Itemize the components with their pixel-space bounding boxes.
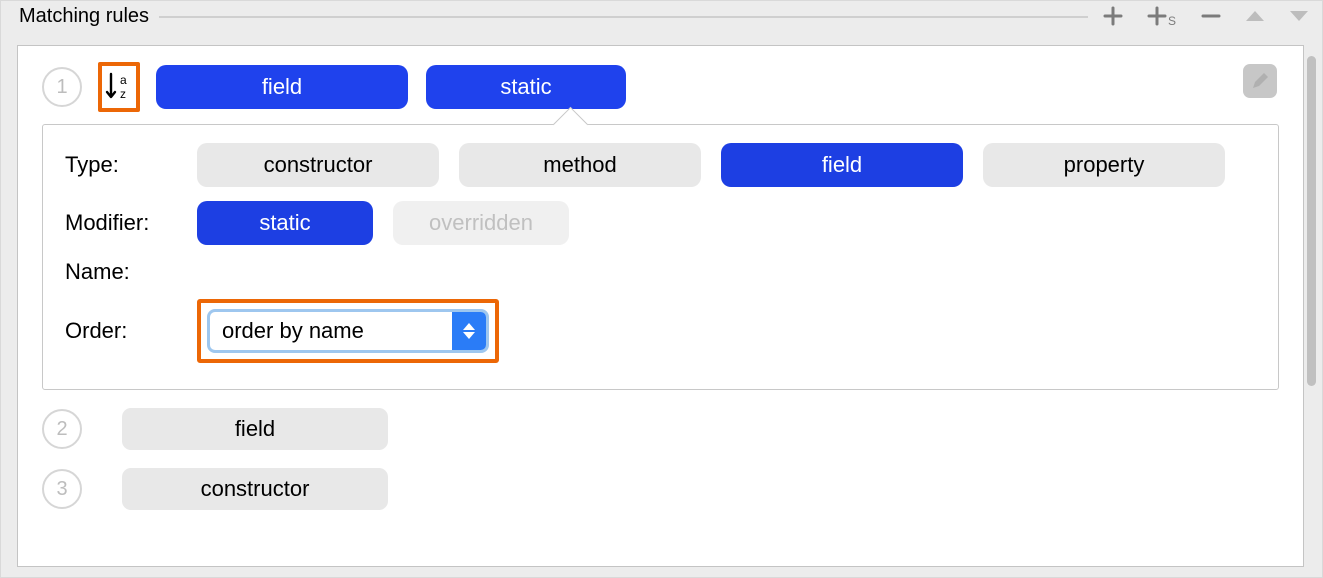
rule-index-badge: 2 xyxy=(42,409,82,449)
chip-static[interactable]: static xyxy=(426,65,626,109)
type-option-constructor[interactable]: constructor xyxy=(197,143,439,187)
svg-text:z: z xyxy=(120,87,126,101)
modifier-label: Modifier: xyxy=(65,210,197,236)
add-section-icon[interactable]: S xyxy=(1146,5,1178,27)
section-toolbar: S xyxy=(1088,5,1310,27)
rule-3-chip[interactable]: constructor xyxy=(122,468,388,510)
section-divider xyxy=(159,16,1088,18)
remove-icon[interactable] xyxy=(1200,5,1222,27)
modifier-option-overridden[interactable]: overridden xyxy=(393,201,569,245)
modifier-row: Modifier: static overridden xyxy=(65,201,1256,245)
type-label: Type: xyxy=(65,152,197,178)
type-options: constructor method field property xyxy=(197,143,1225,187)
dropdown-stepper-icon xyxy=(452,312,486,350)
type-option-property[interactable]: property xyxy=(983,143,1225,187)
matching-rules-section: Matching rules S xyxy=(0,0,1323,578)
section-header: Matching rules S xyxy=(1,1,1322,31)
rule-1-chips: field static xyxy=(156,65,626,109)
rule-row-3[interactable]: 3 constructor xyxy=(42,468,1279,510)
order-row: Order: order by name xyxy=(65,299,1256,363)
type-option-method[interactable]: method xyxy=(459,143,701,187)
section-title: Matching rules xyxy=(19,5,159,28)
sort-by-name-icon[interactable]: a z xyxy=(98,62,140,112)
type-option-field[interactable]: field xyxy=(721,143,963,187)
svg-text:S: S xyxy=(1168,14,1176,27)
move-up-icon[interactable] xyxy=(1244,8,1266,24)
chip-field[interactable]: field xyxy=(156,65,408,109)
rule-row-2[interactable]: 2 field xyxy=(42,408,1279,450)
order-dropdown-value: order by name xyxy=(210,318,364,344)
edit-rule-button[interactable] xyxy=(1243,64,1277,98)
order-highlight: order by name xyxy=(197,299,499,363)
order-label: Order: xyxy=(65,318,197,344)
svg-text:a: a xyxy=(120,73,127,87)
rule-detail-card: Type: constructor method field property … xyxy=(42,124,1279,390)
name-label: Name: xyxy=(65,259,197,285)
order-dropdown[interactable]: order by name xyxy=(207,309,489,353)
move-down-icon[interactable] xyxy=(1288,8,1310,24)
modifier-options: static overridden xyxy=(197,201,569,245)
rule-2-chip[interactable]: field xyxy=(122,408,388,450)
rule-index-badge: 1 xyxy=(42,67,82,107)
name-row: Name: xyxy=(65,259,1256,285)
rule-row-1[interactable]: 1 a z field static xyxy=(42,62,1279,112)
rule-index-badge: 3 xyxy=(42,469,82,509)
add-icon[interactable] xyxy=(1102,5,1124,27)
rules-panel: 1 a z field static Type: constr xyxy=(17,45,1304,567)
type-row: Type: constructor method field property xyxy=(65,143,1256,187)
modifier-option-static[interactable]: static xyxy=(197,201,373,245)
scrollbar-thumb[interactable] xyxy=(1307,56,1316,386)
